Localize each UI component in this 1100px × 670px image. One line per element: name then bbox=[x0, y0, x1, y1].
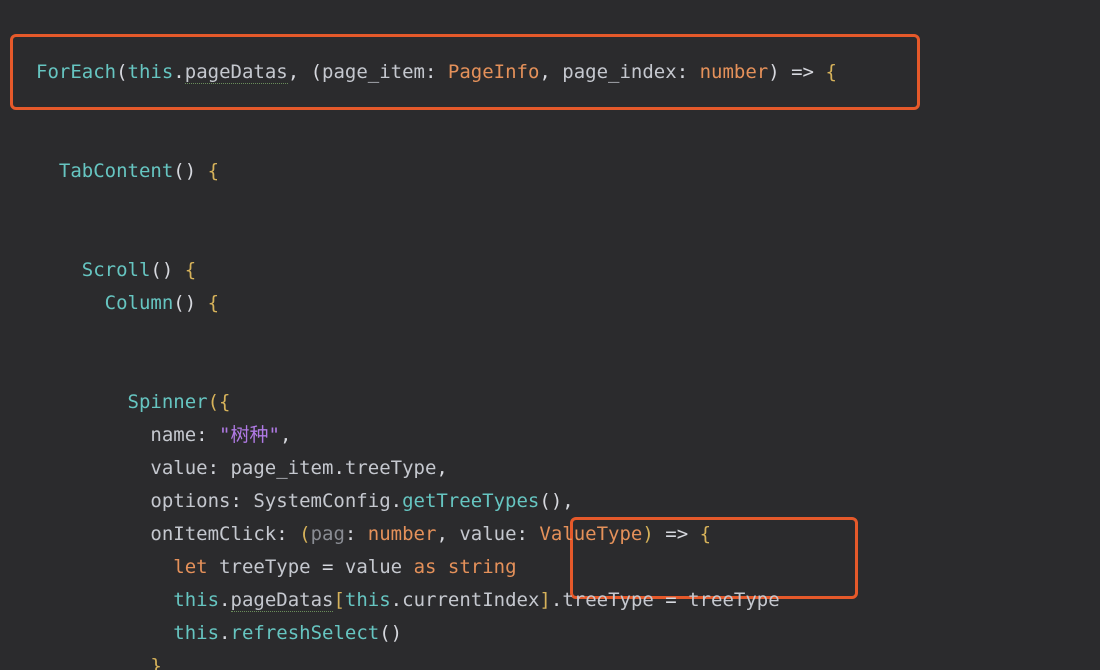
token-spinner: Spinner bbox=[128, 391, 208, 413]
token-this-3: this bbox=[173, 622, 219, 644]
token-column: Column bbox=[105, 292, 174, 314]
token-string-literal: "树种" bbox=[219, 424, 280, 446]
token-tabcontent: TabContent bbox=[59, 160, 173, 182]
code-editor[interactable]: ForEach(this.pageDatas, (page_item: Page… bbox=[0, 0, 1100, 670]
token-options-key: options bbox=[150, 490, 230, 512]
token-page-index: page_index bbox=[562, 61, 676, 83]
token-name-key: name bbox=[150, 424, 196, 446]
token-valuetype: ValueType bbox=[539, 523, 642, 545]
token-pageinfo: PageInfo bbox=[448, 61, 540, 83]
token-let: let bbox=[173, 556, 207, 578]
token-this-2: this bbox=[173, 589, 219, 611]
token-scroll: Scroll bbox=[82, 259, 151, 281]
token-refreshselect: refreshSelect bbox=[231, 622, 380, 644]
token-onitemclick: onItemClick bbox=[150, 523, 276, 545]
token-number: number bbox=[700, 61, 769, 83]
code-block: ForEach(this.pageDatas, (page_item: Page… bbox=[36, 56, 837, 670]
token-value-key: value bbox=[150, 457, 207, 479]
token-as: as bbox=[414, 556, 437, 578]
token-page-item: page_item bbox=[322, 61, 425, 83]
token-pagedatas: pageDatas bbox=[185, 61, 288, 84]
token-pag: pag bbox=[311, 523, 345, 545]
token-foreach: ForEach bbox=[36, 61, 116, 83]
token-this: this bbox=[128, 61, 174, 83]
